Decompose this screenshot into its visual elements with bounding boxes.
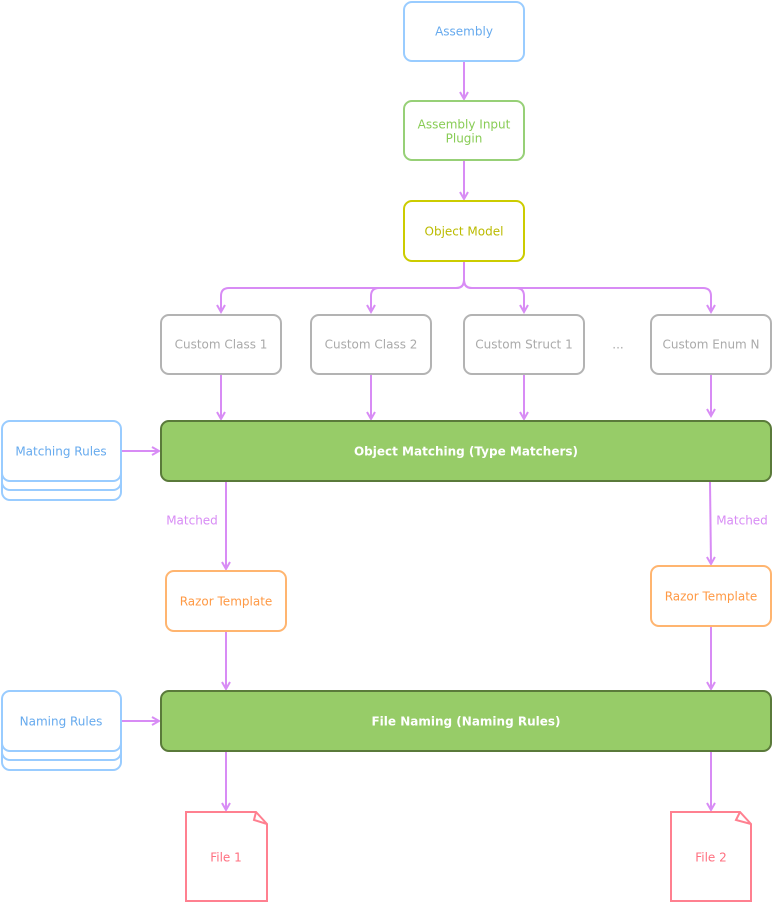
edge-model-class2: [371, 279, 465, 312]
node-assembly[interactable]: Assembly: [403, 1, 525, 62]
node-file-2[interactable]: File 2: [670, 811, 752, 902]
node-razor-template-left[interactable]: Razor Template: [165, 570, 287, 632]
node-label: Object Model: [425, 225, 504, 239]
node-label: Custom Class 2: [325, 338, 418, 352]
node-ellipsis: ...: [612, 338, 623, 352]
node-label: File Naming (Naming Rules): [371, 715, 560, 729]
node-custom-enum-n[interactable]: Custom Enum N: [650, 314, 772, 375]
node-label: File 2: [695, 851, 727, 865]
node-label: Naming Rules: [20, 715, 103, 729]
node-custom-struct-1[interactable]: Custom Struct 1: [463, 314, 585, 375]
edge-model-struct1: [463, 279, 524, 312]
edge-model-enumn: [463, 279, 711, 312]
node-razor-template-right[interactable]: Razor Template: [650, 565, 772, 627]
edge-label-matched-left: Matched: [166, 514, 218, 528]
node-label: Plugin: [446, 132, 483, 146]
edge-matching-razor-right: [710, 481, 711, 564]
node-object-model[interactable]: Object Model: [403, 200, 525, 262]
edge-label-matched-right: Matched: [716, 514, 768, 528]
node-label: Custom Enum N: [662, 338, 759, 352]
node-file-1[interactable]: File 1: [185, 811, 268, 902]
node-label: Custom Struct 1: [475, 338, 572, 352]
node-label: Assembly Input: [418, 118, 511, 132]
node-file-naming[interactable]: File Naming (Naming Rules): [160, 690, 772, 752]
node-assembly-input-plugin[interactable]: Assembly Input Plugin: [403, 100, 525, 161]
node-matching-rules-stack[interactable]: Matching Rules: [1, 420, 122, 501]
node-label: Object Matching (Type Matchers): [354, 445, 578, 459]
edge-model-class1: [221, 261, 465, 312]
node-naming-rules-stack[interactable]: Naming Rules: [1, 690, 122, 771]
pipeline-diagram: Matched Matched Assembly Assembly Input …: [1, 1, 772, 902]
node-label: Razor Template: [180, 595, 273, 609]
node-custom-class-2[interactable]: Custom Class 2: [310, 314, 432, 375]
node-label: Matching Rules: [15, 445, 106, 459]
node-label: File 1: [210, 851, 242, 865]
node-object-matching[interactable]: Object Matching (Type Matchers): [160, 420, 772, 482]
node-label: Assembly: [435, 25, 493, 39]
node-label: Custom Class 1: [175, 338, 268, 352]
node-label: Razor Template: [665, 590, 758, 604]
node-custom-class-1[interactable]: Custom Class 1: [160, 314, 282, 375]
